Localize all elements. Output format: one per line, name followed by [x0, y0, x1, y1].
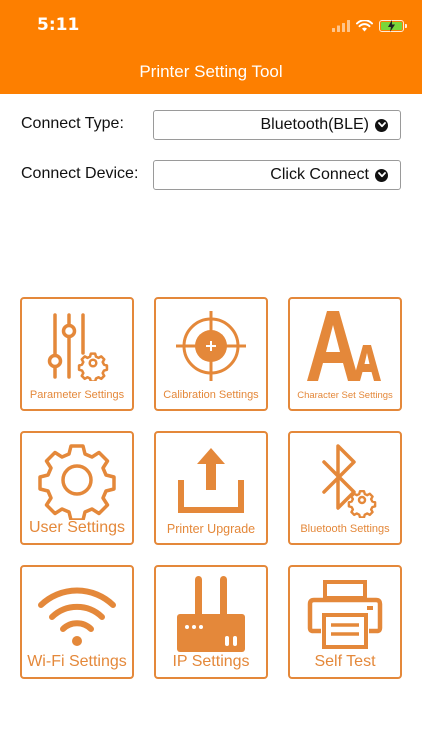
gear-icon — [38, 444, 116, 520]
user-settings-button[interactable]: User Settings — [20, 431, 134, 545]
status-time: 5:11 — [37, 15, 80, 35]
connect-type-label: Connect Type: — [21, 115, 124, 132]
ip-settings-button[interactable]: IP Settings — [154, 565, 268, 679]
router-icon — [177, 576, 245, 652]
status-icons — [332, 16, 407, 36]
connect-type-value: Bluetooth(BLE) — [260, 116, 369, 133]
self-test-button[interactable]: Self Test — [288, 565, 402, 679]
tile-label: Self Test — [314, 653, 376, 670]
wifi-settings-button[interactable]: Wi-Fi Settings — [20, 565, 134, 679]
tile-label: Character Set Settings — [297, 390, 393, 401]
tile-label: IP Settings — [172, 653, 250, 670]
upload-icon — [178, 448, 244, 513]
printer-icon — [307, 580, 383, 649]
wifi-status-icon — [356, 20, 373, 32]
chevron-down-icon — [375, 118, 388, 132]
tile-label: Calibration Settings — [163, 389, 259, 401]
tile-label: Printer Upgrade — [166, 522, 256, 536]
connect-device-value: Click Connect — [270, 166, 369, 183]
connect-device-label: Connect Device: — [21, 165, 139, 182]
tile-label: User Settings — [28, 519, 126, 536]
tile-label: Bluetooth Settings — [300, 523, 390, 535]
bluetooth-gear-icon — [322, 444, 377, 518]
wifi-icon — [38, 587, 116, 646]
cellular-signal-icon — [332, 20, 350, 32]
tile-label: Parameter Settings — [29, 389, 125, 401]
connect-type-select[interactable]: Bluetooth(BLE) — [153, 110, 401, 140]
tile-label: Wi-Fi Settings — [27, 653, 127, 670]
crosshair-icon — [176, 311, 246, 381]
app-header: 5:11 Printer Setting Tool — [0, 0, 422, 94]
sliders-gear-icon — [47, 313, 109, 381]
character-set-settings-button[interactable]: Character Set Settings — [288, 297, 402, 411]
chevron-down-icon — [375, 168, 388, 182]
connect-device-select[interactable]: Click Connect — [153, 160, 401, 190]
bluetooth-settings-button[interactable]: Bluetooth Settings — [288, 431, 402, 545]
page-title: Printer Setting Tool — [139, 62, 283, 81]
battery-charging-icon — [379, 20, 407, 32]
printer-upgrade-button[interactable]: Printer Upgrade — [154, 431, 268, 545]
calibration-settings-button[interactable]: Calibration Settings — [154, 297, 268, 411]
font-aa-icon — [307, 311, 381, 381]
parameter-settings-button[interactable]: Parameter Settings — [20, 297, 134, 411]
